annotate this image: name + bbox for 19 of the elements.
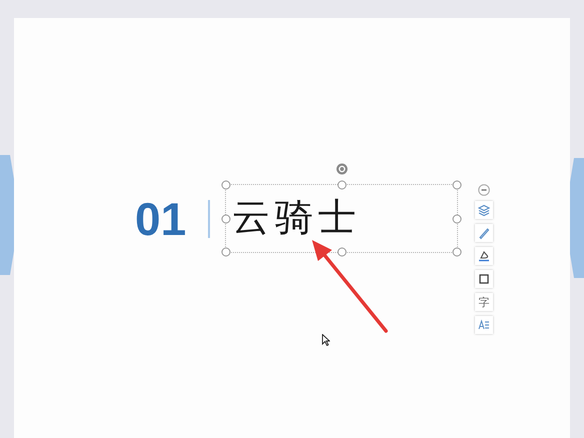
collapse-icon[interactable] xyxy=(478,184,490,196)
fill-icon[interactable] xyxy=(475,247,493,265)
square-icon[interactable] xyxy=(475,270,493,288)
resize-handle[interactable] xyxy=(452,180,462,190)
layers-icon[interactable] xyxy=(475,201,493,219)
title-text: 云骑士 xyxy=(232,198,362,240)
resize-handle[interactable] xyxy=(337,180,346,190)
cursor-icon xyxy=(322,334,330,346)
section-number: 01 xyxy=(135,196,186,242)
rotate-handle[interactable] xyxy=(336,163,348,175)
pen-icon[interactable] xyxy=(475,224,493,242)
resize-handle[interactable] xyxy=(452,248,462,256)
resize-handle[interactable] xyxy=(222,248,231,256)
char-button[interactable]: 字 xyxy=(475,293,493,311)
resize-handle[interactable] xyxy=(337,248,346,256)
text-style-icon[interactable] xyxy=(475,316,493,334)
resize-handle[interactable] xyxy=(222,214,231,223)
resize-handle[interactable] xyxy=(222,180,231,190)
resize-handle[interactable] xyxy=(452,214,462,223)
